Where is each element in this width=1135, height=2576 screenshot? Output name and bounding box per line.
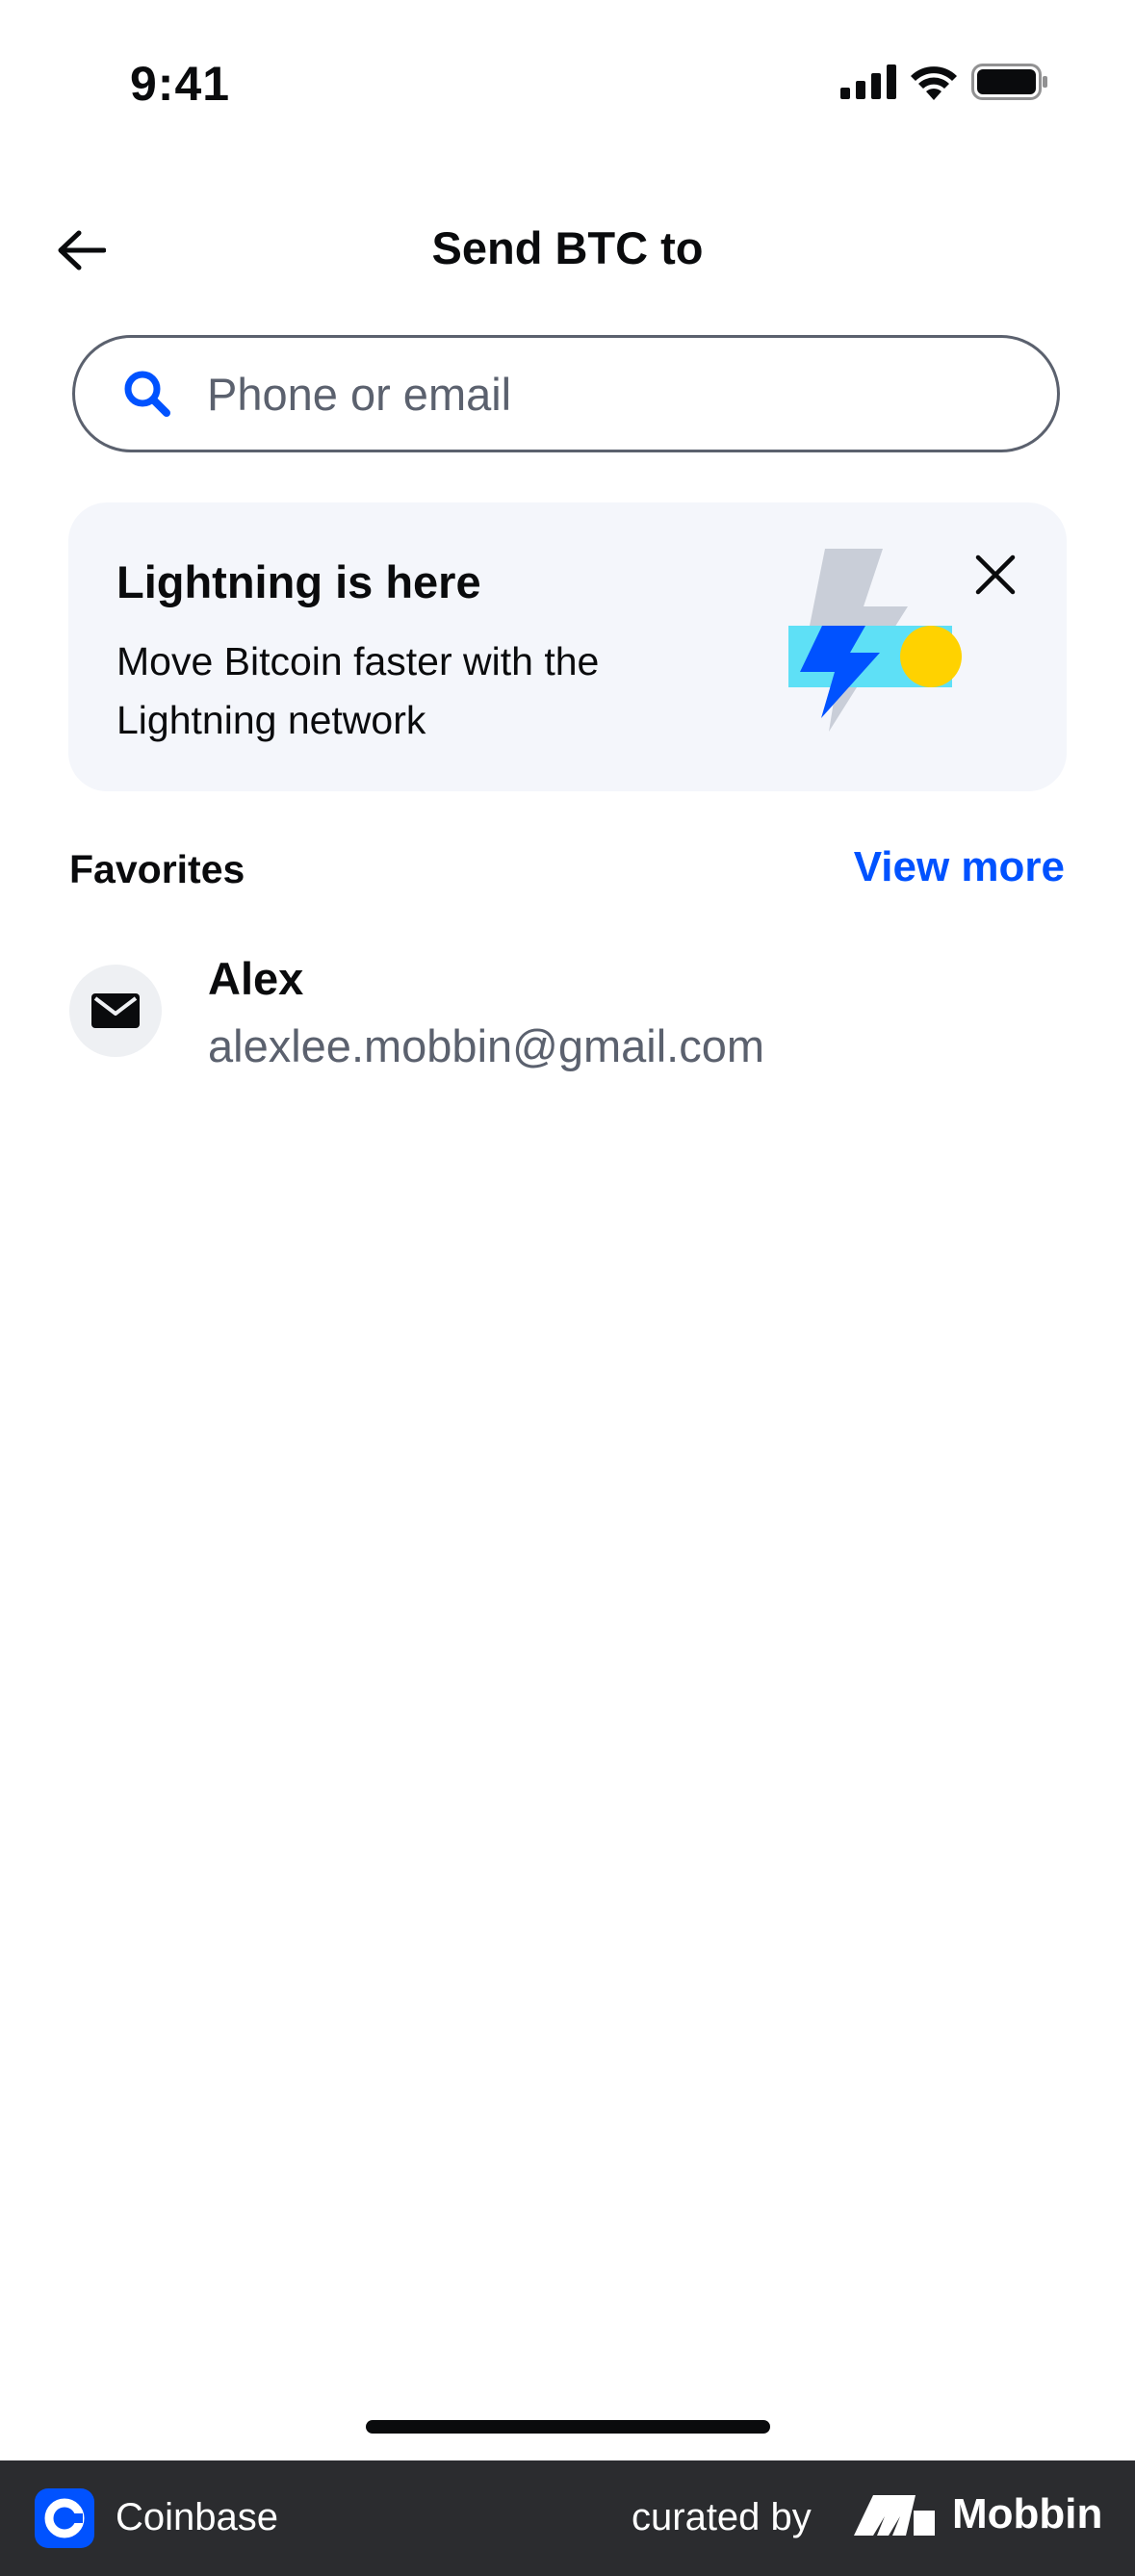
- nav-bar: Send BTC to: [0, 212, 1135, 289]
- favorites-header: Favorites View more: [69, 843, 1065, 901]
- status-time: 9:41: [130, 57, 231, 111]
- search-icon: [118, 365, 176, 423]
- promo-title: Lightning is here: [116, 556, 481, 607]
- contact-name: Alex: [208, 953, 304, 1004]
- close-promo-button[interactable]: [967, 546, 1024, 604]
- search-input[interactable]: [205, 366, 998, 422]
- promo-text: Move Bitcoin faster with the Lightning n…: [116, 639, 600, 742]
- lightning-illustration: [788, 549, 962, 732]
- status-icons: [840, 64, 1048, 100]
- cellular-signal-icon: [840, 64, 896, 99]
- home-indicator: [366, 2420, 770, 2434]
- mobbin-logo-icon: [854, 2495, 935, 2536]
- search-field[interactable]: [72, 335, 1060, 452]
- battery-icon: [971, 64, 1047, 100]
- close-icon: [975, 554, 1016, 595]
- footer-bar: Coinbase curated by Mobbin: [0, 2460, 1135, 2576]
- page-title: Send BTC to: [431, 222, 704, 273]
- mail-icon: [91, 993, 140, 1028]
- favorite-contact-item[interactable]: Alex alexlee.mobbin@gmail.com: [69, 948, 1065, 1083]
- footer-app-name: Coinbase: [116, 2496, 279, 2538]
- footer-curated-label: curated by: [632, 2496, 812, 2538]
- footer-brand: Mobbin: [852, 2489, 1102, 2539]
- status-bar: 9:41: [0, 0, 1135, 169]
- coinbase-logo-icon: [35, 2488, 94, 2548]
- favorites-title: Favorites: [69, 847, 245, 891]
- contact-email: alexlee.mobbin@gmail.com: [208, 1020, 765, 1071]
- avatar: [69, 965, 162, 1057]
- wifi-icon: [911, 66, 957, 100]
- view-more-link[interactable]: View more: [854, 843, 1065, 891]
- footer-brand-name: Mobbin: [952, 2490, 1103, 2537]
- lightning-promo-card[interactable]: Lightning is here Move Bitcoin faster wi…: [68, 502, 1067, 791]
